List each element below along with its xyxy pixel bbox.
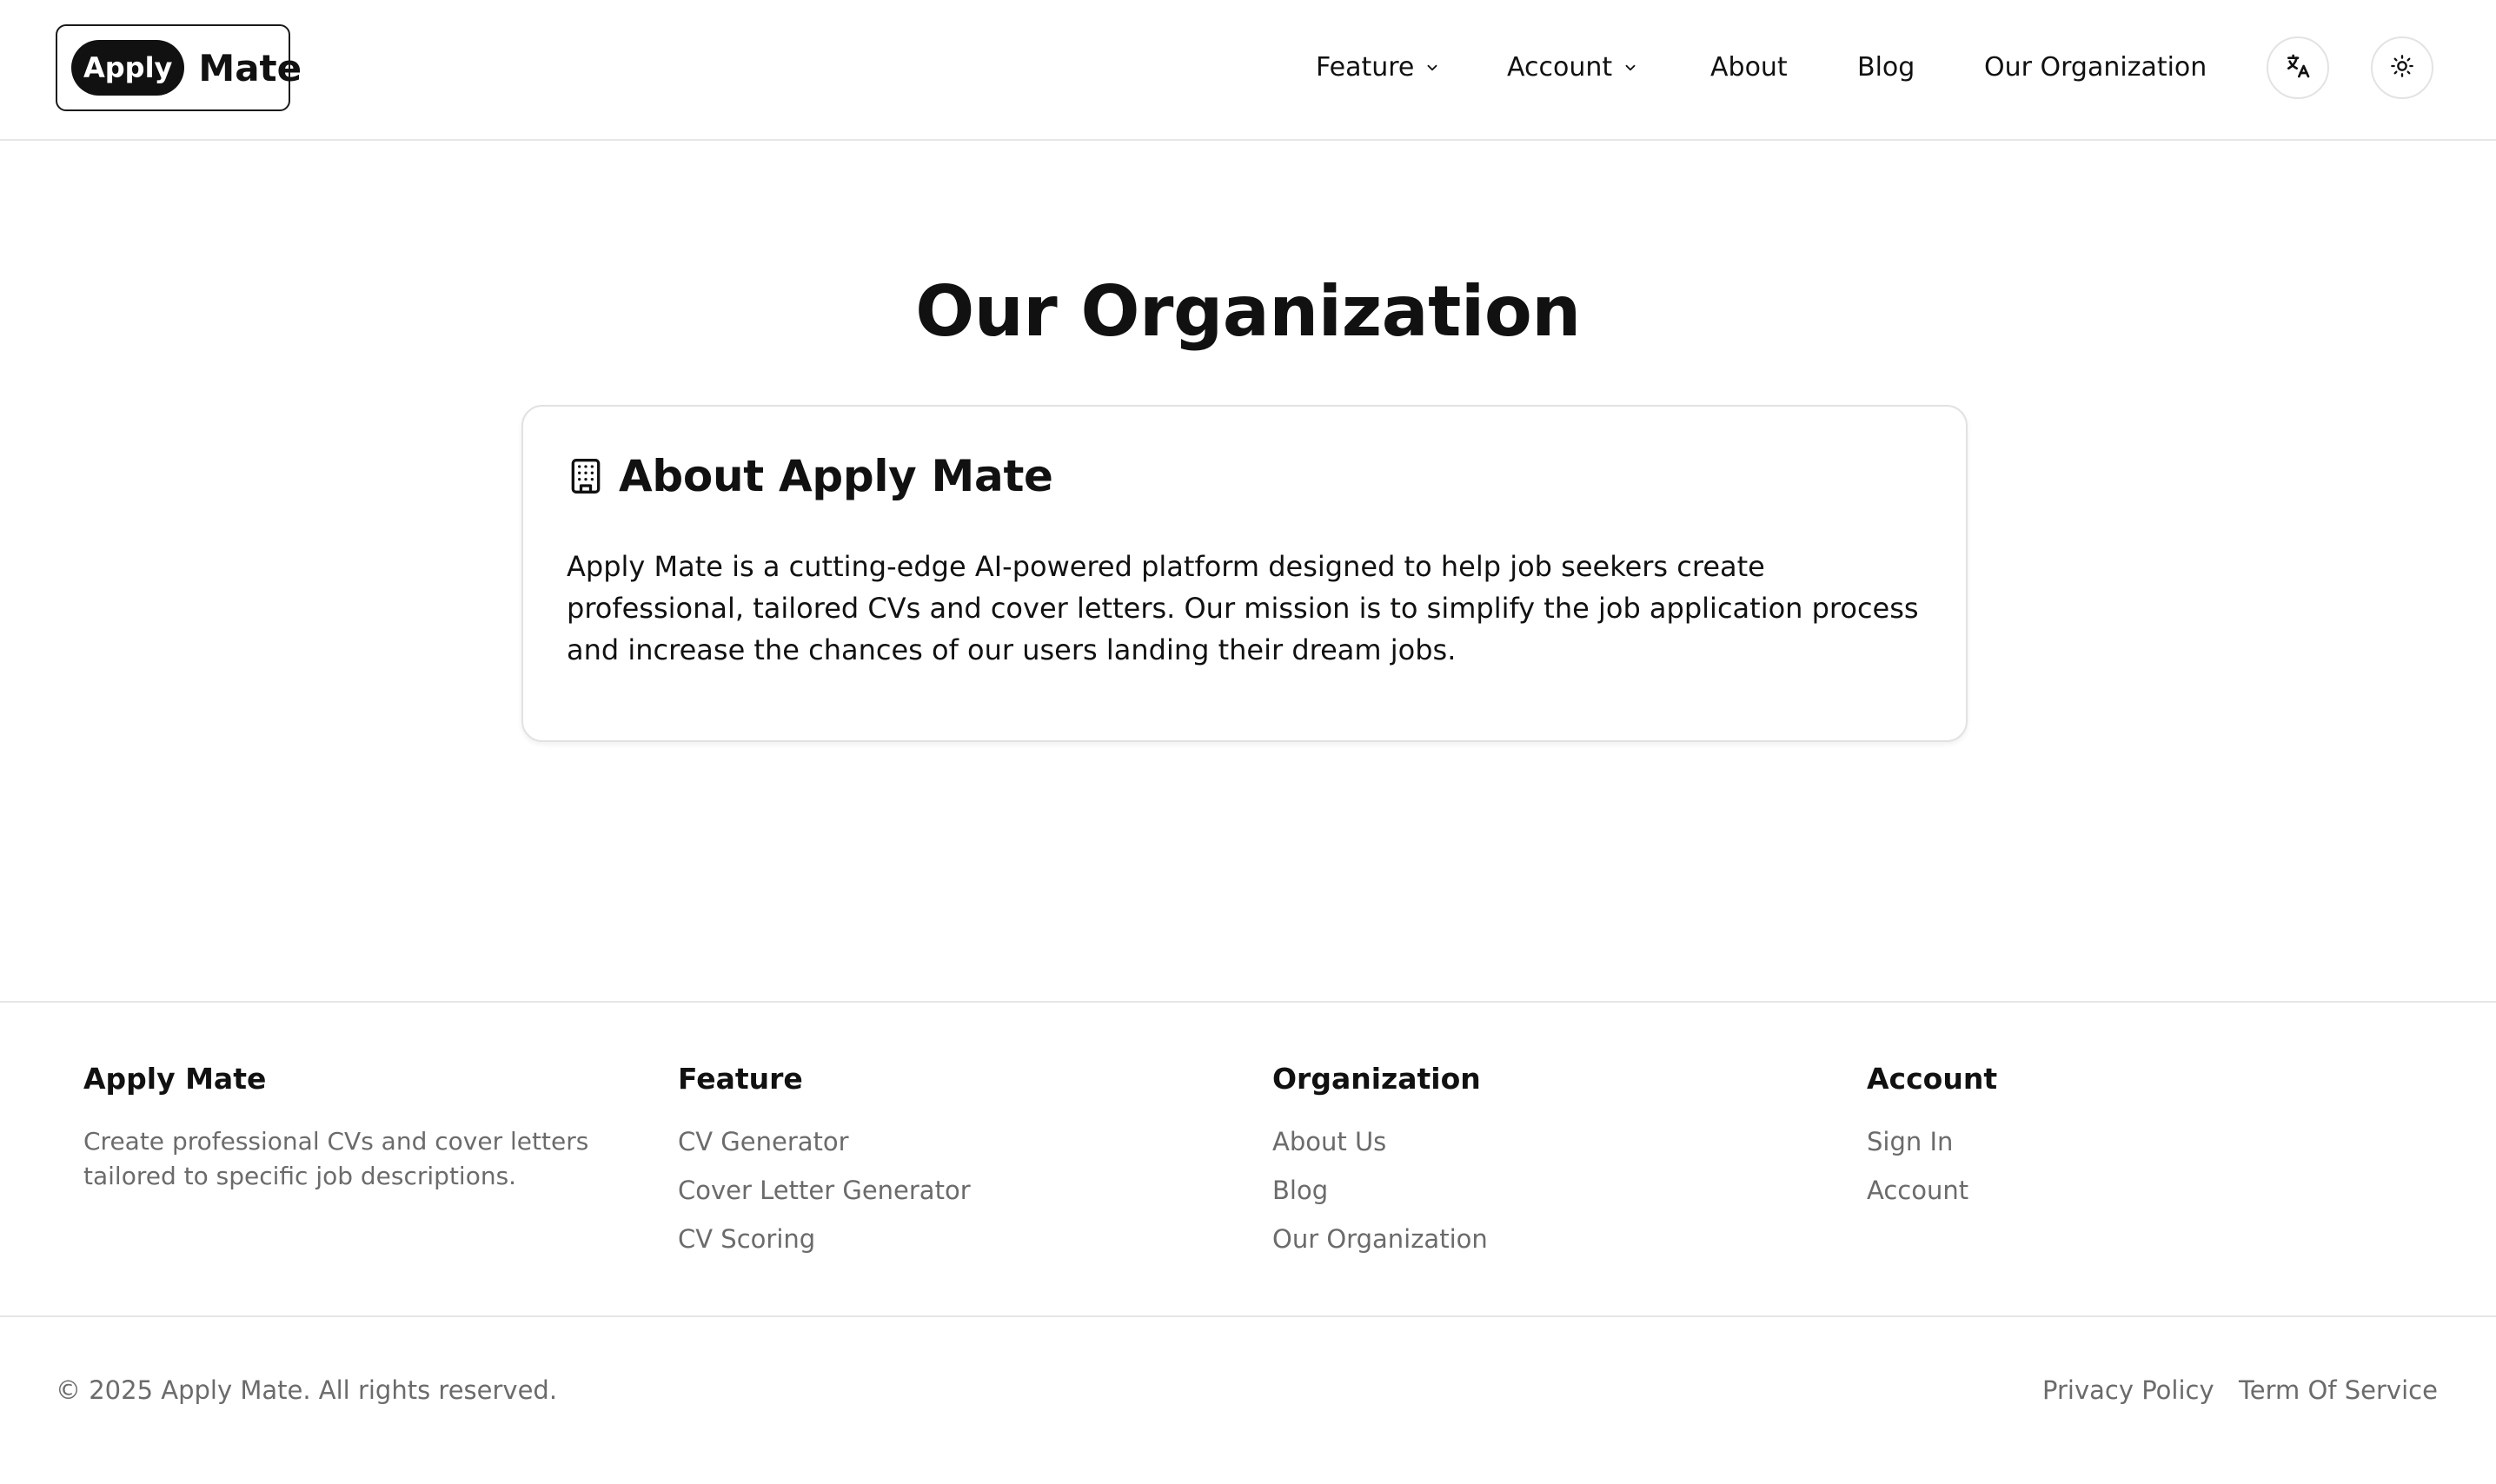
brand-logo[interactable]: Apply Mate: [56, 24, 302, 111]
footer-brand-description: Create professional CVs and cover letter…: [83, 1127, 589, 1190]
card-header: About Apply Mate: [567, 450, 1053, 502]
footer-link-about-us[interactable]: About Us: [1272, 1124, 1488, 1173]
nav-about-link[interactable]: About: [1710, 49, 1788, 87]
page-title: Our Organization: [915, 271, 1581, 352]
nav-blog-link[interactable]: Blog: [1857, 49, 1915, 87]
language-button[interactable]: [2267, 36, 2329, 99]
logo-pill: Apply: [71, 40, 185, 96]
copyright-text: © 2025 Apply Mate. All rights reserved.: [56, 1375, 558, 1405]
footer-feature-links: CV Generator Cover Letter Generator CV S…: [678, 1124, 971, 1270]
building-icon: [567, 455, 605, 497]
footer-bottom-divider: [0, 1315, 2496, 1317]
footer-link-blog[interactable]: Blog: [1272, 1173, 1488, 1222]
card-title: About Apply Mate: [619, 451, 1053, 501]
footer-link-cv-scoring[interactable]: CV Scoring: [678, 1222, 971, 1270]
footer-link-cv-generator[interactable]: CV Generator: [678, 1124, 971, 1173]
nav-account-dropdown[interactable]: Account: [1507, 49, 1638, 87]
card-body-text: Apply Mate is a cutting-edge AI-powered …: [567, 550, 1919, 666]
footer-organization-column: Organization About Us Blog Our Organizat…: [1272, 1060, 1488, 1270]
footer-account-links: Sign In Account: [1867, 1124, 1997, 1222]
page: Apply Mate Feature Account About Blog Ou…: [0, 0, 2496, 1484]
footer-link-cover-letter-generator[interactable]: Cover Letter Generator: [678, 1173, 971, 1222]
footer-account-title: Account: [1867, 1062, 1998, 1096]
nav-feature-dropdown[interactable]: Feature: [1316, 49, 1440, 87]
nav-organization-link[interactable]: Our Organization: [1984, 49, 2207, 87]
translate-icon: [2284, 52, 2312, 83]
footer-divider: [0, 1001, 2496, 1003]
sun-icon: [2390, 54, 2414, 82]
terms-of-service-link[interactable]: Term Of Service: [2239, 1373, 2438, 1408]
nav-feature-label: Feature: [1316, 52, 1415, 83]
footer-feature-column: Feature CV Generator Cover Letter Genera…: [678, 1060, 971, 1270]
logo-word: Mate: [198, 46, 302, 89]
footer-organization-links: About Us Blog Our Organization: [1272, 1124, 1488, 1270]
footer-account-column: Account Sign In Account: [1867, 1060, 1997, 1222]
chevron-down-icon: [1623, 60, 1638, 76]
footer-organization-title: Organization: [1272, 1062, 1481, 1096]
footer-link-account[interactable]: Account: [1867, 1173, 1997, 1222]
theme-toggle-button[interactable]: [2371, 36, 2433, 99]
footer-brand-title: Apply Mate: [83, 1062, 267, 1096]
footer-brand-column: Apply Mate Create professional CVs and c…: [83, 1060, 640, 1194]
footer-feature-title: Feature: [678, 1062, 803, 1096]
footer-link-sign-in[interactable]: Sign In: [1867, 1124, 1997, 1173]
site-header: Apply Mate Feature Account About Blog Ou…: [0, 0, 2496, 141]
nav-account-label: Account: [1507, 52, 1613, 83]
privacy-policy-link[interactable]: Privacy Policy: [2042, 1373, 2214, 1408]
chevron-down-icon: [1424, 60, 1440, 76]
footer-link-our-organization[interactable]: Our Organization: [1272, 1222, 1488, 1270]
about-card: About Apply Mate Apply Mate is a cutting…: [521, 405, 1968, 742]
